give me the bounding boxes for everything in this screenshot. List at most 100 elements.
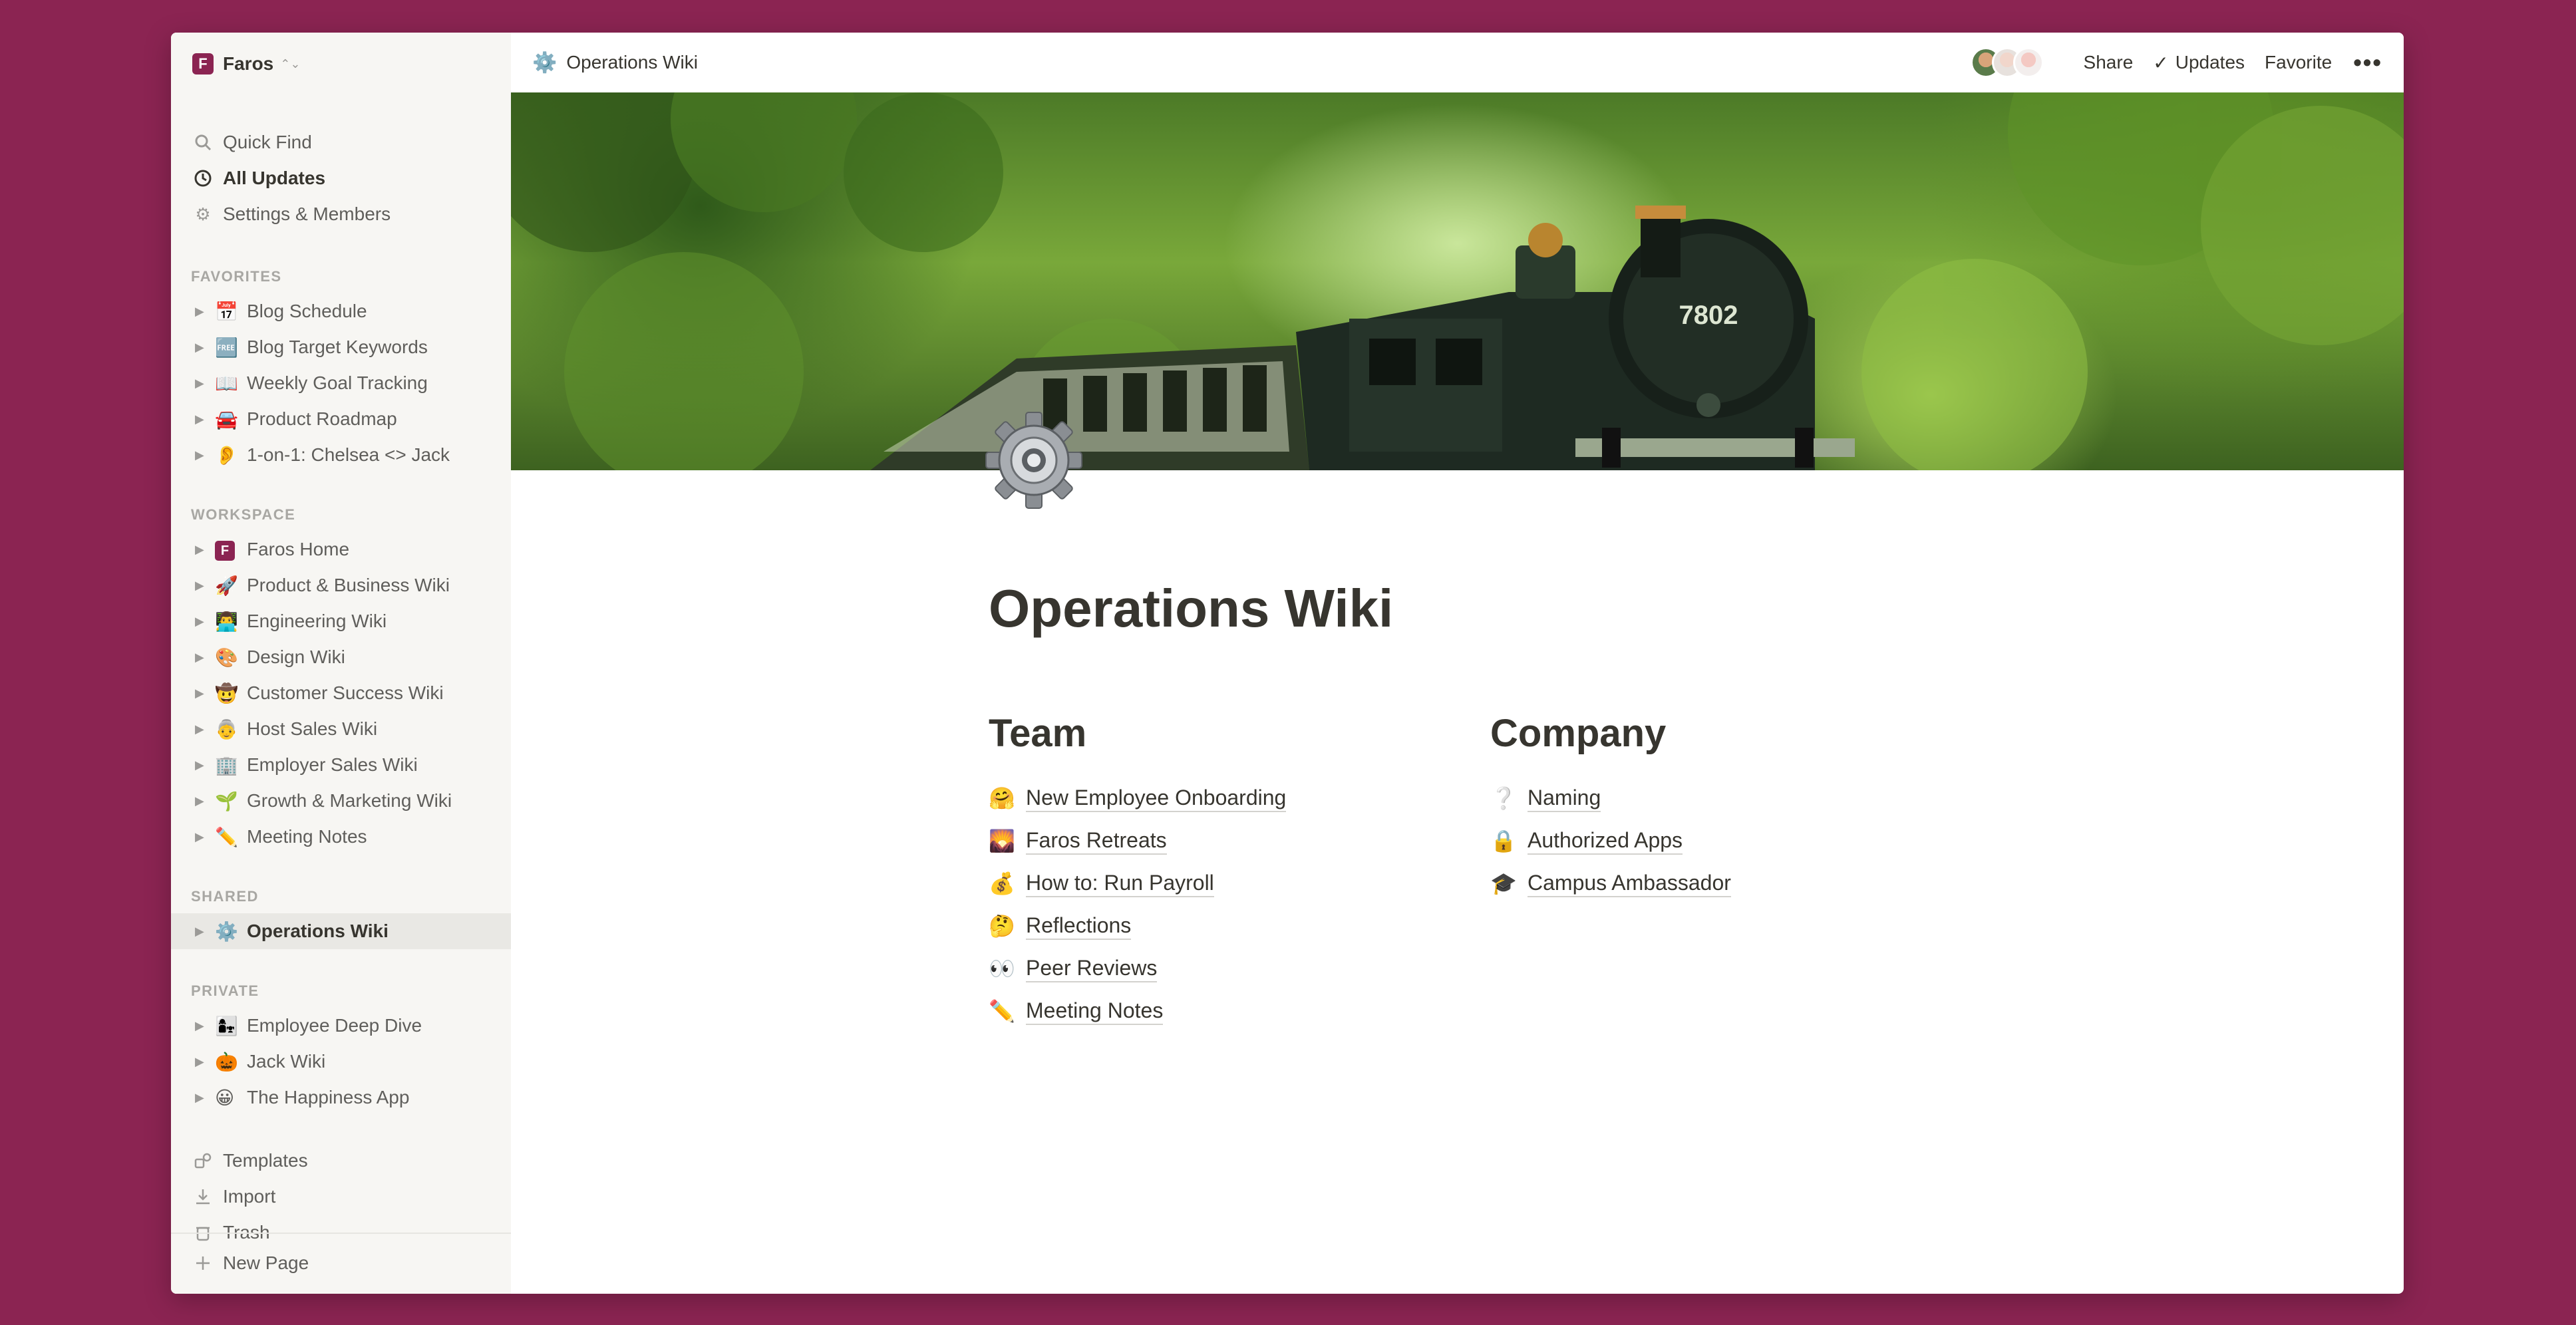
page-link-faros-retreats[interactable]: 🌄 Faros Retreats — [989, 824, 1167, 857]
page-emoji-icon: 🎃 — [215, 1051, 238, 1072]
sidebar-item-label: Customer Success Wiki — [247, 682, 444, 703]
page-emoji-icon: 🤠 — [215, 682, 238, 704]
expand-triangle-icon[interactable]: ▶ — [195, 579, 215, 593]
all-updates-button[interactable]: All Updates — [171, 160, 511, 196]
expand-triangle-icon[interactable]: ▶ — [195, 376, 215, 390]
page-emoji-icon: 🎓 — [1490, 871, 1517, 895]
page-link-reflections[interactable]: 🤔 Reflections — [989, 909, 1132, 943]
breadcrumb-label: Operations Wiki — [566, 52, 698, 73]
updates-button[interactable]: ✓ Updates — [2153, 52, 2245, 74]
page-link-label: Reflections — [1026, 912, 1132, 940]
sidebar-item-growth-marketing-wiki[interactable]: ▶ 🌱 Growth & Marketing Wiki — [171, 783, 511, 819]
updates-label: Updates — [2175, 52, 2245, 73]
expand-triangle-icon[interactable]: ▶ — [195, 1091, 215, 1105]
sidebar-item-operations-wiki[interactable]: ▶ ⚙️ Operations Wiki — [171, 913, 511, 949]
sidebar-item-1on1[interactable]: ▶ 👂 1-on-1: Chelsea <> Jack — [171, 437, 511, 473]
avatar[interactable] — [2012, 47, 2044, 78]
sidebar-item-host-sales-wiki[interactable]: ▶ 👵 Host Sales Wiki — [171, 711, 511, 747]
new-page-button[interactable]: New Page — [171, 1245, 511, 1281]
sidebar-item-happiness-app[interactable]: ▶ 😀 The Happiness App — [171, 1080, 511, 1115]
sidebar-item-customer-success-wiki[interactable]: ▶ 🤠 Customer Success Wiki — [171, 675, 511, 711]
sidebar-item-design-wiki[interactable]: ▶ 🎨 Design Wiki — [171, 639, 511, 675]
new-page-label: New Page — [223, 1252, 309, 1273]
share-button[interactable]: Share — [2084, 52, 2134, 73]
plus-icon — [192, 1252, 214, 1274]
sidebar-item-label: Host Sales Wiki — [247, 718, 378, 739]
sidebar-item-product-business-wiki[interactable]: ▶ 🚀 Product & Business Wiki — [171, 567, 511, 603]
workspace-name: Faros — [223, 53, 274, 74]
templates-button[interactable]: Templates — [171, 1143, 511, 1179]
sidebar-item-label: Design Wiki — [247, 647, 345, 667]
page-emoji-icon: 🆓 — [215, 337, 238, 358]
page-title[interactable]: Operations Wiki — [989, 578, 1393, 639]
expand-triangle-icon[interactable]: ▶ — [195, 925, 215, 939]
expand-triangle-icon[interactable]: ▶ — [195, 651, 215, 664]
sidebar-divider — [171, 1233, 511, 1234]
import-label: Import — [223, 1186, 276, 1207]
cover-image[interactable]: 7802 — [511, 92, 2404, 470]
page-emoji-icon: 😀 — [215, 1087, 235, 1108]
sidebar-item-blog-target-keywords[interactable]: ▶ 🆓 Blog Target Keywords — [171, 329, 511, 365]
page-link-naming[interactable]: ❔ Naming — [1490, 782, 1601, 815]
gear-icon: ⚙ — [195, 204, 211, 224]
download-icon — [192, 1186, 214, 1207]
page-emoji-icon: ✏️ — [215, 826, 238, 847]
page-link-label: Meeting Notes — [1026, 997, 1164, 1025]
search-icon — [192, 132, 214, 153]
sidebar-item-label: Weekly Goal Tracking — [247, 372, 428, 393]
sidebar-item-meeting-notes[interactable]: ▶ ✏️ Meeting Notes — [171, 819, 511, 855]
sidebar-item-label: Product Roadmap — [247, 408, 397, 429]
import-button[interactable]: Import — [171, 1179, 511, 1215]
expand-triangle-icon[interactable]: ▶ — [195, 830, 215, 844]
expand-triangle-icon[interactable]: ▶ — [195, 1019, 215, 1033]
settings-members-button[interactable]: ⚙ Settings & Members — [171, 196, 511, 232]
expand-triangle-icon[interactable]: ▶ — [195, 341, 215, 355]
sidebar-item-label: 1-on-1: Chelsea <> Jack — [247, 444, 450, 465]
company-heading[interactable]: Company — [1490, 711, 1666, 756]
page-emoji-icon: 🏢 — [215, 754, 238, 776]
sidebar-item-faros-home[interactable]: ▶ F Faros Home — [171, 531, 511, 567]
sidebar-item-label: Employee Deep Dive — [247, 1015, 422, 1036]
breadcrumb[interactable]: ⚙️ Operations Wiki — [532, 51, 698, 74]
page-emoji-icon: 📅 — [215, 301, 238, 322]
sidebar-item-blog-schedule[interactable]: ▶ 📅 Blog Schedule — [171, 293, 511, 329]
page-emoji-icon: 👩‍👧 — [215, 1015, 238, 1036]
sidebar-item-product-roadmap[interactable]: ▶ 🚘 Product Roadmap — [171, 401, 511, 437]
topbar: ⚙️ Operations Wiki Share ✓ Updates Favor… — [511, 33, 2404, 92]
page-gear-icon[interactable] — [984, 410, 1084, 510]
expand-triangle-icon[interactable]: ▶ — [195, 686, 215, 700]
expand-triangle-icon[interactable]: ▶ — [195, 1055, 215, 1069]
sidebar-item-engineering-wiki[interactable]: ▶ 👨‍💻 Engineering Wiki — [171, 603, 511, 639]
expand-triangle-icon[interactable]: ▶ — [195, 615, 215, 629]
main-content: ⚙️ Operations Wiki Share ✓ Updates Favor… — [511, 33, 2404, 1294]
page-link-run-payroll[interactable]: 💰 How to: Run Payroll — [989, 867, 1214, 900]
expand-triangle-icon[interactable]: ▶ — [195, 722, 215, 736]
expand-triangle-icon[interactable]: ▶ — [195, 305, 215, 319]
collaborator-avatars[interactable] — [1970, 47, 2044, 78]
page-link-label: Faros Retreats — [1026, 827, 1167, 855]
expand-triangle-icon[interactable]: ▶ — [195, 543, 215, 557]
sidebar-item-jack-wiki[interactable]: ▶ 🎃 Jack Wiki — [171, 1044, 511, 1080]
page-link-campus-ambassador[interactable]: 🎓 Campus Ambassador — [1490, 867, 1731, 900]
favorite-button[interactable]: Favorite — [2265, 52, 2332, 73]
page-link-new-employee-onboarding[interactable]: 🤗 New Employee Onboarding — [989, 782, 1287, 815]
expand-triangle-icon[interactable]: ▶ — [195, 758, 215, 772]
page-link-authorized-apps[interactable]: 🔒 Authorized Apps — [1490, 824, 1683, 857]
team-heading[interactable]: Team — [989, 711, 1086, 756]
page-emoji-icon: 🌱 — [215, 790, 238, 811]
expand-triangle-icon[interactable]: ▶ — [195, 412, 215, 426]
page-link-peer-reviews[interactable]: 👀 Peer Reviews — [989, 952, 1158, 985]
page-link-label: New Employee Onboarding — [1026, 784, 1287, 812]
private-heading: PRIVATE — [191, 982, 259, 999]
quick-find-button[interactable]: Quick Find — [171, 124, 511, 160]
expand-triangle-icon[interactable]: ▶ — [195, 448, 215, 462]
sidebar-item-label: Blog Target Keywords — [247, 337, 428, 357]
workspace-switcher[interactable]: F Faros ⌃⌄ — [192, 50, 300, 78]
workspace-logo: F — [192, 53, 214, 74]
sidebar-item-employee-deep-dive[interactable]: ▶ 👩‍👧 Employee Deep Dive — [171, 1008, 511, 1044]
page-link-meeting-notes[interactable]: ✏️ Meeting Notes — [989, 994, 1164, 1028]
expand-triangle-icon[interactable]: ▶ — [195, 794, 215, 808]
sidebar-item-employer-sales-wiki[interactable]: ▶ 🏢 Employer Sales Wiki — [171, 747, 511, 783]
sidebar-item-weekly-goal-tracking[interactable]: ▶ 📖 Weekly Goal Tracking — [171, 365, 511, 401]
more-options-icon[interactable]: ••• — [2353, 49, 2382, 76]
